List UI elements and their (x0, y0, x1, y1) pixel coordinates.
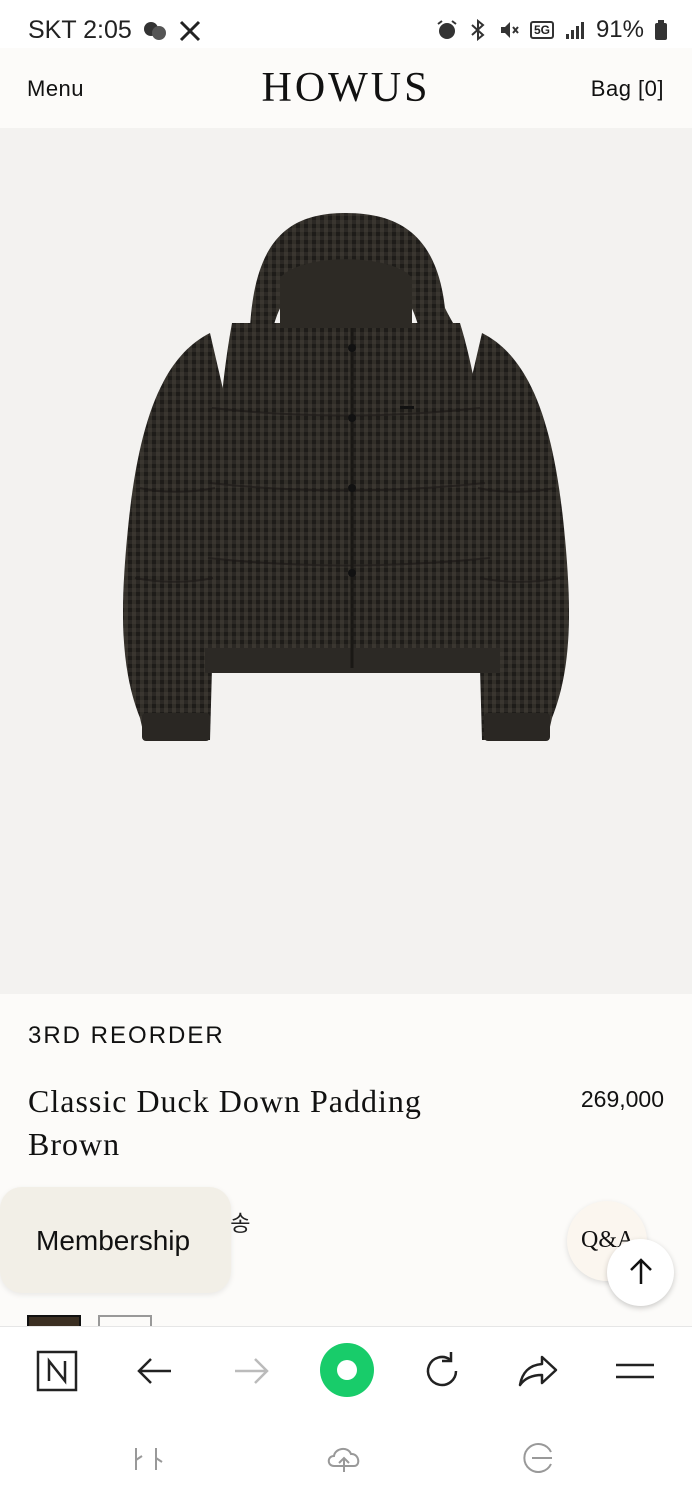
reload-icon[interactable] (420, 1349, 464, 1393)
carrier-time: SKT 2:05 (28, 16, 132, 44)
home-icon[interactable] (320, 1343, 374, 1397)
product-tag: 3RD REORDER (28, 1022, 225, 1049)
chat-bubbles-icon (143, 21, 166, 40)
share-icon[interactable] (516, 1349, 560, 1393)
battery-icon (655, 20, 667, 40)
cloud-icon[interactable] (324, 1438, 364, 1478)
back-arrow-icon[interactable] (133, 1349, 177, 1393)
x-logo-icon (179, 20, 200, 41)
forward-arrow-icon[interactable] (229, 1349, 273, 1393)
site-header: Menu HOWUS Bag [0] (0, 48, 692, 128)
hamburger-menu-icon[interactable] (613, 1349, 657, 1393)
menu-button[interactable]: Menu (27, 76, 84, 102)
arrow-up-icon (630, 1258, 652, 1284)
membership-button[interactable]: Membership (0, 1187, 231, 1293)
status-left: SKT 2:05 (28, 16, 202, 45)
home-gesture-icon[interactable] (518, 1438, 558, 1478)
network-badge: 5G (529, 21, 554, 39)
mute-icon (500, 22, 519, 38)
membership-label: Membership (36, 1225, 191, 1256)
site-logo[interactable]: HOWUS (0, 64, 692, 112)
signal-icon (565, 22, 584, 39)
bag-button[interactable]: Bag [0] (591, 76, 664, 102)
naver-n-icon[interactable] (35, 1349, 79, 1393)
bluetooth-icon (471, 19, 485, 41)
battery-percent: 91% (595, 16, 644, 43)
puffer-jacket-image (123, 213, 569, 741)
browser-toolbar (0, 1326, 692, 1414)
status-right: 5G 91% (436, 16, 668, 44)
product-price: 269,000 (580, 1086, 664, 1112)
system-navigation (0, 1414, 692, 1500)
scroll-top-button[interactable] (607, 1239, 674, 1306)
product-image[interactable] (0, 128, 692, 994)
recent-apps-icon[interactable] (128, 1438, 168, 1478)
alarm-icon (437, 20, 457, 39)
product-name: Classic Duck Down Padding Brown (28, 1083, 422, 1162)
